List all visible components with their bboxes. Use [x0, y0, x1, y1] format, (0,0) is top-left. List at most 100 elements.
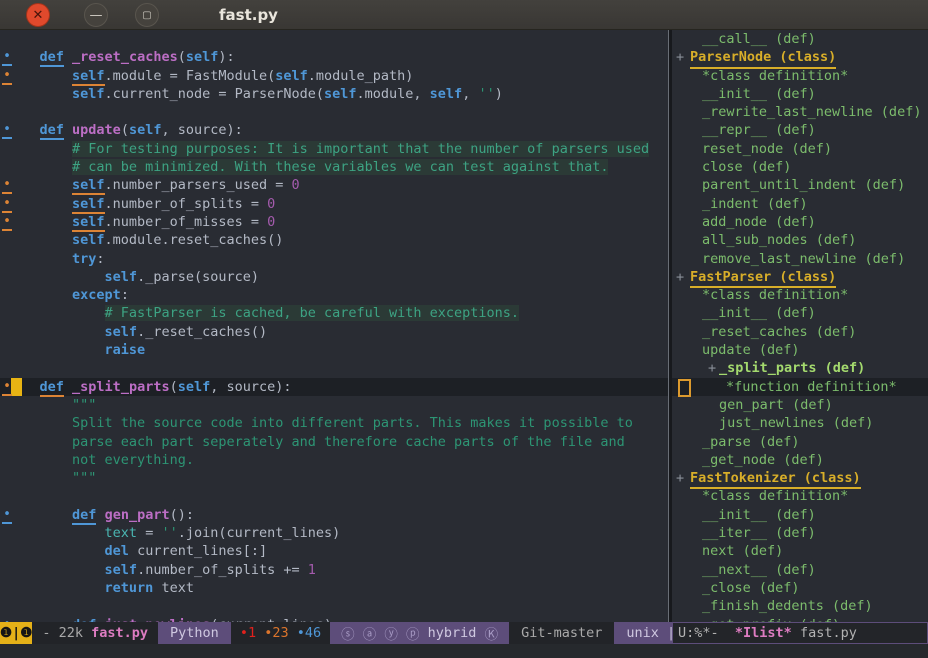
expand-icon[interactable]: + [676, 268, 684, 286]
token-kw: self [324, 86, 357, 102]
window-number-badge: ❶|❶ [0, 622, 32, 644]
code-line[interactable]: not everything. [0, 451, 668, 469]
outline-def-item[interactable]: *class definition* [672, 487, 928, 505]
outline-item-label: gen_part (def) [719, 396, 833, 414]
major-mode[interactable]: Python [158, 622, 231, 644]
token-tx: ._parse(source) [137, 269, 259, 285]
maximize-icon[interactable]: ▢ [135, 3, 159, 27]
code-line[interactable]: # For testing purposes: It is important … [0, 140, 668, 158]
outline-def-item[interactable]: *class definition* [672, 67, 928, 85]
token-tx: = [137, 525, 161, 541]
token-tx: .module_path) [308, 68, 414, 84]
code-line[interactable]: • def gen_part(): [0, 506, 668, 524]
outline-def-item[interactable]: __init__ (def) [672, 304, 928, 322]
code-line[interactable]: • self.number_of_misses = 0 [0, 213, 668, 231]
code-line[interactable]: • self.number_of_splits = 0 [0, 195, 668, 213]
code-line[interactable]: """ [0, 469, 668, 487]
outline-item-label: *class definition* [702, 286, 848, 304]
code-line[interactable]: text = ''.join(current_lines) [0, 524, 668, 542]
code-line[interactable]: raise [0, 341, 668, 359]
outline-class-item[interactable]: +ParserNode (class) [672, 48, 928, 66]
code-line[interactable]: • def _reset_caches(self): [0, 48, 668, 66]
code-line[interactable]: • def update(self, source): [0, 121, 668, 139]
outline-def-item[interactable]: remove_last_newline (def) [672, 250, 928, 268]
token-tx: .number_of_splits += [137, 562, 308, 578]
outline-def-item[interactable]: *function definition* [672, 378, 928, 396]
code-line[interactable]: • def _split_parts(self, source): [0, 378, 668, 396]
outline-def-item[interactable]: parent_until_indent (def) [672, 176, 928, 194]
token-tx [7, 269, 105, 285]
expand-icon[interactable]: + [676, 48, 684, 66]
code-line[interactable]: self.module.reset_caches() [0, 231, 668, 249]
outline-def-item[interactable]: __iter__ (def) [672, 524, 928, 542]
code-line[interactable]: try: [0, 250, 668, 268]
code-line[interactable]: Split the source code into different par… [0, 414, 668, 432]
outline-def-item[interactable]: __call__ (def) [672, 30, 928, 48]
outline-def-item[interactable]: __init__ (def) [672, 506, 928, 524]
code-line[interactable]: self._reset_caches() [0, 323, 668, 341]
code-text: """ [7, 469, 96, 487]
code-line[interactable]: • def just_newlines(current_lines): [0, 616, 668, 623]
code-line[interactable] [0, 359, 668, 377]
outline-def-item[interactable]: _indent (def) [672, 195, 928, 213]
minimize-icon[interactable]: — [84, 3, 108, 27]
imenu-list-panel[interactable]: __call__ (def)+ParserNode (class)*class … [672, 30, 928, 622]
outline-selected-item[interactable]: +_split_parts (def) [672, 359, 928, 377]
outline-def-item[interactable]: just_newlines (def) [672, 414, 928, 432]
expand-icon[interactable]: + [676, 469, 684, 487]
outline-def-item[interactable]: gen_part (def) [672, 396, 928, 414]
code-line[interactable] [0, 597, 668, 615]
token-var: text [105, 525, 138, 541]
outline-def-item[interactable]: _parse (def) [672, 433, 928, 451]
outline-def-item[interactable]: next (def) [672, 542, 928, 560]
outline-def-item[interactable]: _finish_dedents (def) [672, 597, 928, 615]
outline-class-item[interactable]: +FastTokenizer (class) [672, 469, 928, 487]
outline-def-item[interactable]: _get_prefix (def) [672, 616, 928, 623]
code-line[interactable]: self.current_node = ParserNode(self.modu… [0, 85, 668, 103]
code-line[interactable]: return text [0, 579, 668, 597]
code-line[interactable] [0, 103, 668, 121]
outline-def-item[interactable]: __init__ (def) [672, 85, 928, 103]
code-line[interactable]: self._parse(source) [0, 268, 668, 286]
minor-modes[interactable]: ⓢ ⓐ ⓨ ⓟ hybrid Ⓚ [330, 622, 509, 644]
code-line[interactable]: except: [0, 286, 668, 304]
code-line[interactable] [0, 487, 668, 505]
outline-class-item[interactable]: +FastParser (class) [672, 268, 928, 286]
outline-def-item[interactable]: _reset_caches (def) [672, 323, 928, 341]
outline-def-item[interactable]: __next__ (def) [672, 561, 928, 579]
code-line[interactable]: # FastParser is cached, be careful with … [0, 304, 668, 322]
token-tx [7, 324, 105, 340]
outline-def-item[interactable]: reset_node (def) [672, 140, 928, 158]
outline-def-item[interactable]: all_sub_nodes (def) [672, 231, 928, 249]
token-tx [7, 122, 40, 138]
code-line[interactable]: del current_lines[:] [0, 542, 668, 560]
outline-def-item[interactable]: *class definition* [672, 286, 928, 304]
code-line[interactable]: """ [0, 396, 668, 414]
outline-def-item[interactable]: __repr__ (def) [672, 121, 928, 139]
code-text: not everything. [7, 451, 194, 469]
code-line[interactable]: # can be minimized. With these variables… [0, 158, 668, 176]
expand-icon[interactable]: + [708, 359, 716, 377]
minibuffer[interactable] [0, 644, 928, 658]
outline-def-item[interactable]: _rewrite_last_newline (def) [672, 103, 928, 121]
outline-def-item[interactable]: add_node (def) [672, 213, 928, 231]
code-buffer[interactable]: • def _reset_caches(self):• self.module … [0, 30, 668, 622]
outline-def-item[interactable]: _close (def) [672, 579, 928, 597]
outline-def-item[interactable]: _get_node (def) [672, 451, 928, 469]
code-line[interactable] [0, 30, 668, 48]
code-line[interactable]: • self.number_parsers_used = 0 [0, 176, 668, 194]
outline-def-item[interactable]: close (def) [672, 158, 928, 176]
outline-item-label: _indent (def) [702, 195, 808, 213]
close-icon[interactable]: ✕ [26, 3, 50, 27]
token-str: '' [478, 86, 494, 102]
code-text: self.current_node = ParserNode(self.modu… [7, 85, 503, 103]
code-line[interactable]: • self.module = FastModule(self.module_p… [0, 67, 668, 85]
code-line[interactable]: parse each part seperately and therefore… [0, 433, 668, 451]
code-line[interactable]: self.number_of_splits += 1 [0, 561, 668, 579]
token-tx [7, 68, 72, 84]
token-tx [7, 379, 40, 395]
flycheck-counts[interactable]: •1 •23 •46 [231, 622, 330, 644]
outline-def-item[interactable]: update (def) [672, 341, 928, 359]
buffer-info[interactable]: - 22k fast.py [32, 622, 158, 644]
git-branch[interactable]: Git-master [509, 622, 614, 644]
